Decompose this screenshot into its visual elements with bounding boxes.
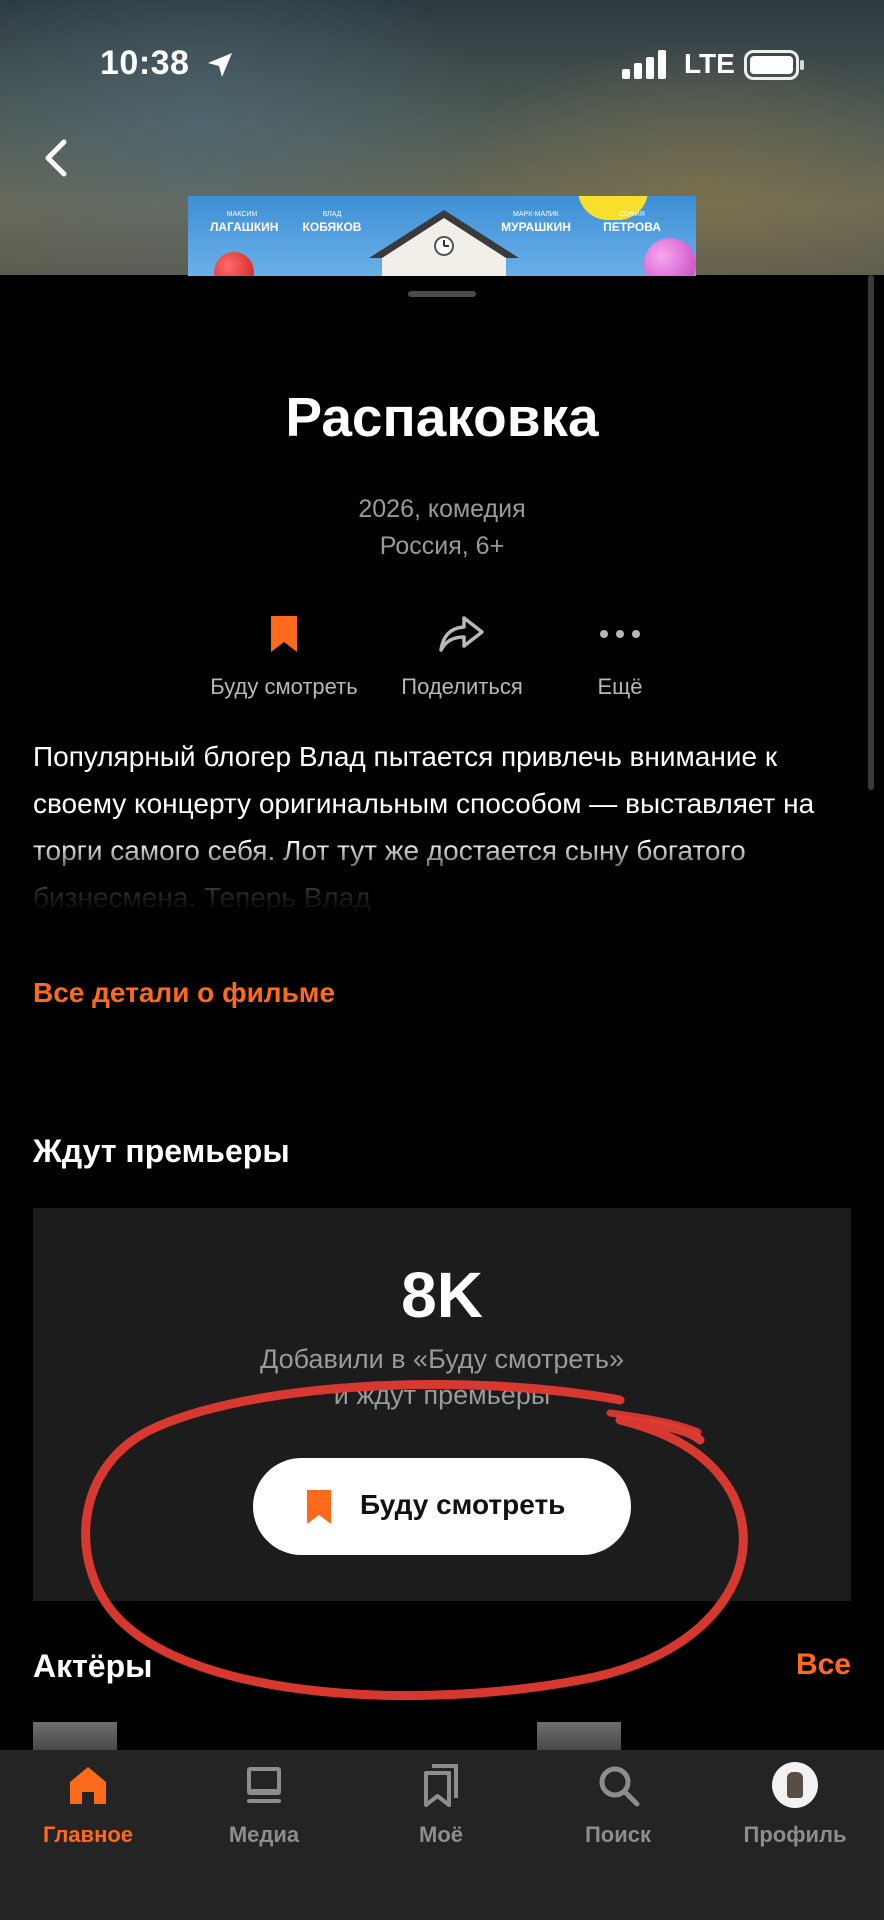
chevron-left-icon (45, 139, 67, 177)
tab-label: Поиск (584, 1822, 652, 1847)
movie-title: Распаковка (285, 386, 599, 448)
all-details-link[interactable]: Все детали о фильме (33, 977, 335, 1009)
bookmarks-icon (424, 1764, 458, 1807)
premiere-card: 8K Добавили в «Буду смотреть» и ждут пре… (33, 1208, 851, 1601)
movie-year-genre: 2026, комедия (358, 495, 526, 523)
movie-country-age: Россия, 6+ (379, 532, 505, 560)
sheet-grabber[interactable] (408, 291, 476, 297)
bookmark-icon (271, 616, 297, 652)
tab-media[interactable]: Медиа (176, 1762, 352, 1882)
poster-actor-name: София Петрова (603, 211, 661, 234)
watch-later-label: Буду смотреть (210, 674, 358, 699)
actors-see-all-link[interactable]: Все (796, 1648, 851, 1682)
action-row: Буду смотреть Поделиться Ещё (0, 610, 884, 710)
movie-description: Популярный блогер Влад пытается привлечь… (33, 741, 815, 913)
tab-label: Медиа (228, 1822, 300, 1847)
tab-label: Главное (42, 1822, 134, 1847)
movie-details-sheet[interactable]: Распаковка 2026, комедия Россия, 6+ Буду… (0, 275, 884, 1920)
watch-later-pill-label: Буду смотреть (360, 1489, 566, 1520)
bookmark-icon (307, 1490, 331, 1524)
avatar (772, 1762, 818, 1808)
bottom-tab-bar: Главное Медиа Моё Поиск Профиль (0, 1750, 884, 1920)
poster-decoration (214, 252, 254, 276)
tab-my[interactable]: Моё (353, 1762, 529, 1882)
watch-later-button[interactable]: Буду смотреть (184, 610, 384, 700)
more-button[interactable]: Ещё (520, 610, 720, 700)
tab-label: Профиль (743, 1822, 847, 1847)
poster-actor-name: Влад Кобяков (302, 211, 362, 234)
more-dots-icon (600, 630, 640, 638)
tab-home[interactable]: Главное (0, 1762, 176, 1882)
scrollbar[interactable] (868, 275, 874, 790)
waiting-count: 8K (401, 1259, 483, 1331)
watch-later-pill-button[interactable]: Буду смотреть (253, 1458, 631, 1555)
search-icon (599, 1766, 640, 1807)
network-type: LTE (684, 48, 735, 79)
poster-house-art (369, 210, 519, 276)
tab-profile[interactable]: Профиль (707, 1762, 883, 1882)
battery-icon (744, 50, 804, 80)
cellular-signal-icon (622, 50, 666, 79)
premiere-caption-line2: и ждут премьеры (333, 1380, 551, 1410)
actors-section-title: Актёры (33, 1648, 153, 1684)
media-icon (247, 1767, 281, 1803)
location-arrow-icon (208, 53, 232, 77)
premiere-section-title: Ждут премьеры (33, 1133, 290, 1169)
poster-actor-name: Максим Лагашкин (210, 211, 279, 234)
premiere-caption-line1: Добавили в «Буду смотреть» (259, 1344, 624, 1374)
status-bar: 10:38 LTE (0, 0, 884, 130)
movie-poster[interactable]: Максим Лагашкин Влад Кобяков Марк-Малик Мур… (188, 196, 696, 276)
tab-search[interactable]: Поиск (530, 1762, 706, 1882)
tab-label: Моё (419, 1822, 463, 1847)
more-label: Ещё (597, 674, 643, 699)
back-button[interactable] (34, 130, 82, 186)
poster-decoration (644, 238, 696, 276)
home-icon (70, 1767, 106, 1804)
share-arrow-icon (439, 616, 484, 652)
status-time: 10:38 (100, 44, 190, 82)
